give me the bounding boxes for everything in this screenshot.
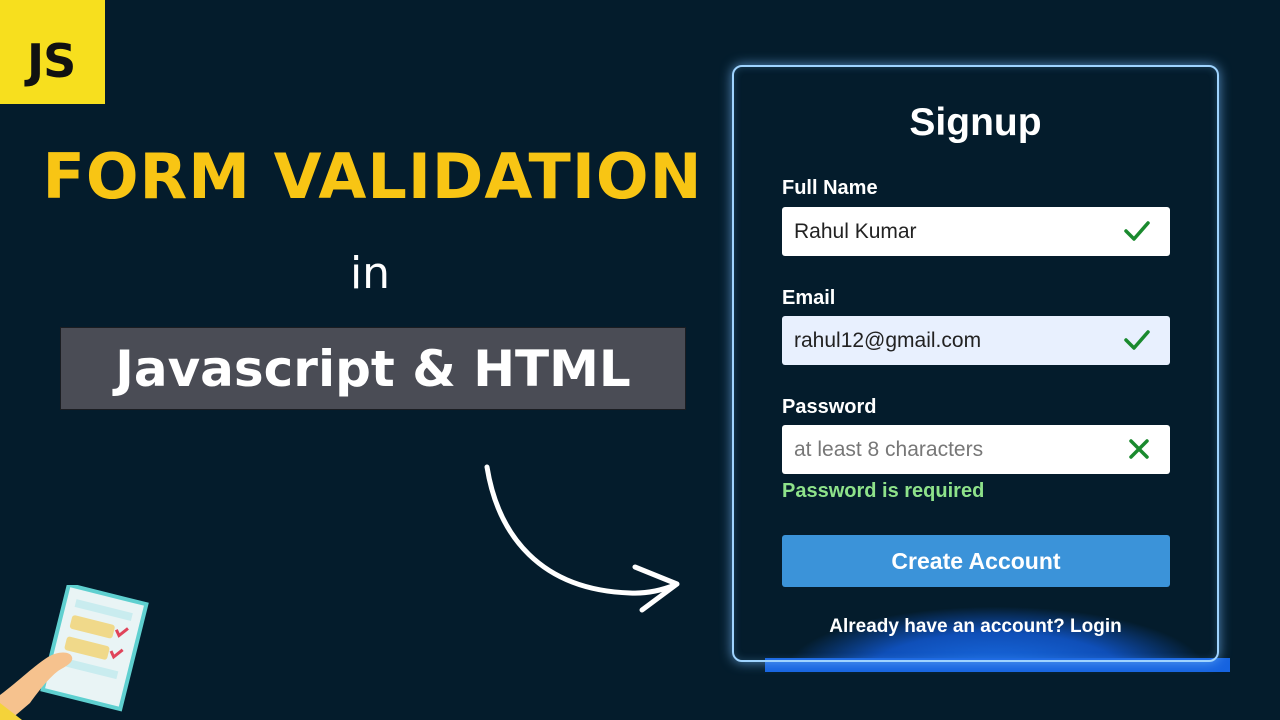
email-field <box>782 316 1170 365</box>
tech-banner: Javascript & HTML <box>60 327 686 410</box>
password-label: Password <box>782 396 877 418</box>
cross-icon <box>1129 439 1149 459</box>
email-input[interactable] <box>794 316 1114 365</box>
tech-text: Javascript & HTML <box>115 340 631 398</box>
signup-title: Signup <box>909 101 1042 144</box>
check-icon <box>1124 330 1150 350</box>
password-field <box>782 425 1170 474</box>
headline: FORM VALIDATION <box>42 140 703 213</box>
full-name-label: Full Name <box>782 177 878 199</box>
js-logo-text: JS <box>27 34 76 88</box>
create-account-button[interactable]: Create Account <box>782 535 1170 587</box>
check-icon <box>1124 221 1150 241</box>
js-logo: JS <box>0 0 105 104</box>
full-name-input[interactable] <box>794 207 1114 256</box>
password-error: Password is required <box>782 480 985 502</box>
connector-text: in <box>349 248 391 299</box>
password-input[interactable] <box>794 425 1114 474</box>
full-name-field <box>782 207 1170 256</box>
curved-arrow-icon <box>484 464 680 613</box>
email-label: Email <box>782 287 836 309</box>
signup-card: Signup Full Name Email Password Password… <box>732 65 1219 662</box>
checklist-illustration-icon <box>0 585 149 720</box>
login-link[interactable]: Already have an account? Login <box>734 616 1217 638</box>
